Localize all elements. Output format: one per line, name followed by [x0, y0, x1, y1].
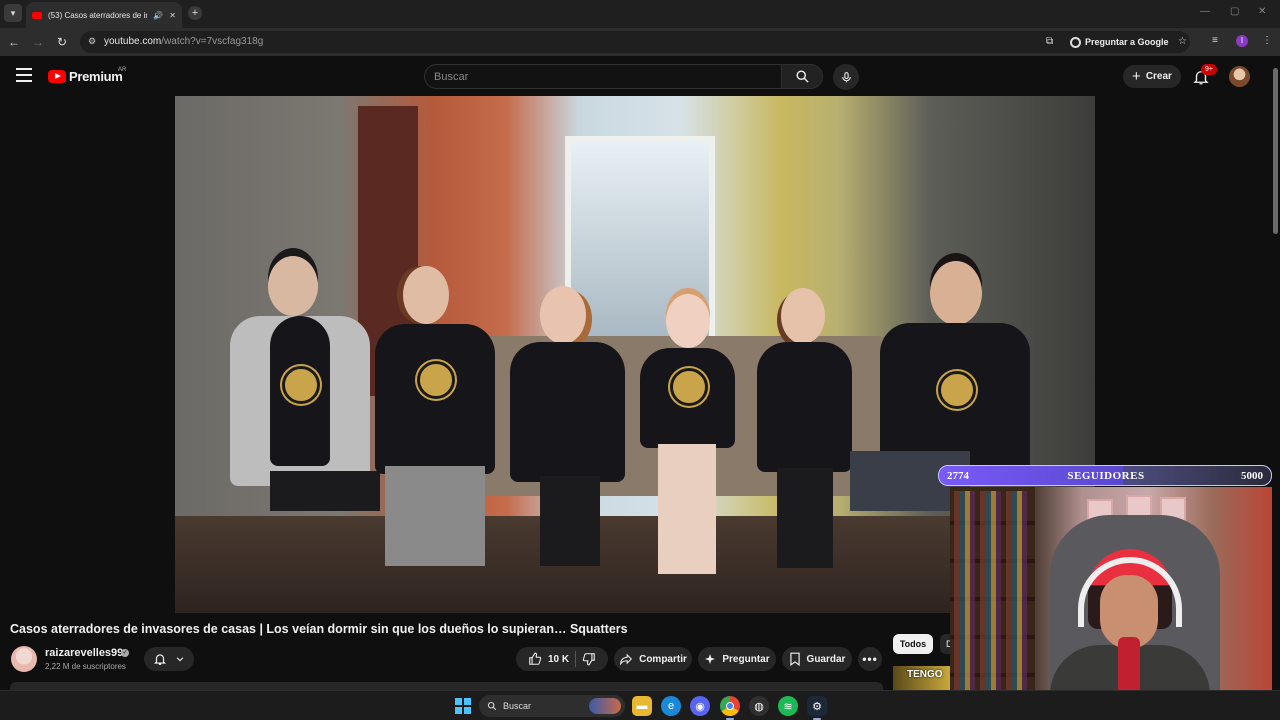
follower-goal-bar: 2774 SEGUIDORES 5000 — [938, 465, 1272, 486]
chevron-down-icon — [176, 657, 184, 662]
like-count: 10 K — [547, 653, 570, 665]
maximize-icon[interactable]: ▢ — [1230, 6, 1239, 17]
notification-badge: 9+ — [1201, 64, 1217, 75]
ask-google-label: Preguntar a Google — [1085, 37, 1169, 47]
thumbs-up-icon — [529, 652, 542, 665]
install-app-icon[interactable]: ⧉ — [1046, 36, 1053, 47]
search-box[interactable] — [424, 64, 782, 89]
browser-tab-bar: ▾ (53) Casos aterradores de invasores de… — [0, 0, 1280, 28]
voice-search-button[interactable] — [833, 64, 859, 90]
page-scrollbar-thumb[interactable] — [1273, 68, 1278, 234]
forward-icon[interactable]: → — [30, 34, 46, 50]
sparkle-icon — [705, 654, 716, 664]
filter-chip-next[interactable]: D — [940, 634, 950, 654]
bookmark-star-icon[interactable]: ☆ — [1178, 36, 1187, 47]
obs-icon[interactable]: ◍ — [749, 696, 769, 716]
streamer-webcam — [950, 487, 1280, 720]
like-divider — [575, 651, 577, 667]
tab-search-button[interactable]: ▾ — [4, 4, 22, 22]
discord-icon[interactable]: ◉ — [690, 696, 710, 716]
bookmark-icon — [789, 652, 800, 666]
bell-icon — [153, 654, 167, 665]
dislike-button[interactable] — [582, 652, 596, 666]
close-tab-icon[interactable]: ✕ — [169, 11, 176, 20]
url-domain: youtube.com — [104, 36, 162, 47]
subscription-bell-button[interactable] — [144, 647, 194, 671]
browser-toolbar: ← → ↻ ⚙ youtube.com/watch?v=7vscfag318g … — [0, 28, 1280, 56]
description-box[interactable] — [10, 682, 883, 690]
chrome-icon[interactable] — [720, 696, 740, 720]
address-bar[interactable]: ⚙ youtube.com/watch?v=7vscfag318g ⧉ Preg… — [80, 31, 1190, 53]
search-icon — [796, 70, 809, 83]
recommended-video-thumbnail[interactable]: TENGO — [893, 666, 950, 690]
share-icon — [620, 653, 633, 666]
speaker-icon[interactable]: 🔊 — [153, 11, 163, 20]
ask-button[interactable]: Preguntar — [698, 647, 776, 671]
share-button[interactable]: Compartir — [614, 647, 692, 671]
country-code: AR — [118, 67, 127, 73]
video-title: Casos aterradores de invasores de casas … — [10, 622, 628, 636]
ask-google-button[interactable]: Preguntar a Google — [1070, 34, 1169, 50]
followers-label: SEGUIDORES — [1067, 470, 1145, 482]
search-highlight-image — [589, 698, 621, 714]
browser-menu-icon[interactable]: ⋮ — [1262, 35, 1272, 46]
like-button[interactable]: 10 K — [528, 652, 569, 666]
url-path: /watch?v=7vscfag318g — [161, 36, 264, 47]
subscriber-count: 2,22 M de suscriptores — [45, 662, 126, 671]
minimize-icon[interactable]: — — [1200, 6, 1210, 17]
taskbar-search[interactable]: Buscar — [479, 695, 625, 717]
taskbar-search-label: Buscar — [503, 701, 532, 711]
save-label: Guardar — [806, 653, 846, 665]
search-icon — [487, 701, 497, 711]
spotify-icon[interactable]: ≋ — [778, 696, 798, 716]
search-button[interactable] — [781, 64, 823, 89]
more-actions-button[interactable]: ••• — [858, 647, 882, 671]
steam-icon[interactable]: ⚙ — [807, 696, 827, 720]
more-horizontal-icon: ••• — [862, 652, 878, 666]
ask-label: Preguntar — [722, 653, 770, 665]
player-letterbox-left — [0, 96, 175, 613]
microphone-icon — [841, 71, 851, 82]
user-avatar[interactable] — [1229, 66, 1250, 87]
back-icon[interactable]: ← — [6, 34, 22, 50]
windows-start-icon[interactable] — [455, 698, 471, 714]
reload-icon[interactable]: ↻ — [54, 34, 70, 50]
save-button[interactable]: Guardar — [782, 647, 852, 671]
share-label: Compartir — [639, 653, 687, 665]
browser-profile-avatar[interactable]: I — [1236, 35, 1248, 47]
youtube-play-icon — [48, 70, 66, 83]
create-button[interactable]: + Crear — [1123, 65, 1181, 88]
search-input[interactable] — [434, 69, 774, 85]
streaming-microphone — [1118, 637, 1140, 697]
plus-icon: + — [1132, 68, 1141, 85]
media-controls-icon[interactable]: ≡ — [1212, 35, 1218, 46]
close-window-icon[interactable]: ✕ — [1258, 6, 1266, 17]
site-info-icon[interactable]: ⚙ — [88, 36, 96, 47]
logo-text: Premium — [69, 69, 123, 84]
like-dislike-group: 10 K — [516, 647, 608, 671]
channel-name[interactable]: raizarevelles99 — [45, 647, 123, 659]
menu-icon[interactable] — [16, 68, 32, 82]
windows-taskbar: Buscar ▬ e ◉ ◍ ≋ ⚙ — [0, 690, 1280, 720]
youtube-favicon-icon — [32, 11, 42, 19]
edge-icon[interactable]: e — [661, 696, 681, 716]
thumbs-down-icon — [582, 653, 595, 666]
new-tab-button[interactable]: + — [188, 6, 202, 20]
create-label: Crear — [1145, 71, 1172, 82]
google-lens-icon — [1070, 36, 1081, 48]
filter-chip-all[interactable]: Todos — [893, 634, 933, 654]
followers-goal: 5000 — [1241, 470, 1263, 482]
verified-icon: ✓ — [121, 649, 129, 657]
youtube-premium-logo[interactable]: Premium — [48, 69, 123, 84]
tab-title: (53) Casos aterradores de invasores de c… — [48, 10, 147, 20]
channel-avatar[interactable] — [11, 646, 37, 672]
thumbnail-text: TENGO — [907, 669, 943, 680]
browser-tab-active[interactable]: (53) Casos aterradores de invasores de c… — [26, 2, 182, 28]
file-explorer-icon[interactable]: ▬ — [632, 696, 652, 716]
url-text[interactable]: youtube.com/watch?v=7vscfag318g — [104, 36, 263, 47]
youtube-header: Premium AR + Crear 9+ — [0, 56, 1280, 96]
bookshelf — [950, 487, 1035, 720]
